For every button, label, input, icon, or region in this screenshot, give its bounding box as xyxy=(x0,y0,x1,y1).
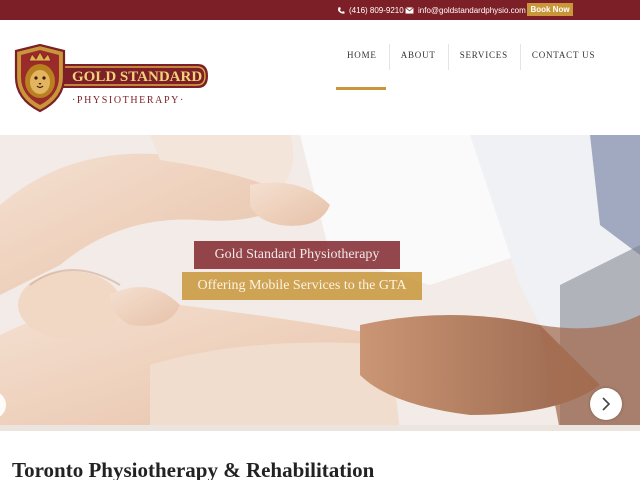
email-address: info@goldstandardphysio.com xyxy=(418,5,526,15)
site-header: GOLD STANDARD ·PHYSIOTHERAPY· HOME ABOUT… xyxy=(0,20,640,135)
phone-icon xyxy=(338,6,345,14)
lion-shield-icon xyxy=(14,43,66,113)
logo-subtitle: ·PHYSIOTHERAPY· xyxy=(72,95,185,106)
logo-title: GOLD STANDARD xyxy=(72,69,202,85)
nav-about[interactable]: ABOUT xyxy=(388,44,448,70)
nav-contact-us[interactable]: CONTACT US xyxy=(519,44,607,70)
chevron-right-icon xyxy=(602,397,611,411)
main-nav: HOME ABOUT SERVICES CONTACT US xyxy=(335,44,607,70)
logo[interactable]: GOLD STANDARD ·PHYSIOTHERAPY· xyxy=(12,43,212,113)
book-now-button[interactable]: Book Now xyxy=(527,3,573,16)
phone-number: (416) 809-9210 xyxy=(349,5,404,15)
slide-caption-subtitle: Offering Mobile Services to the GTA xyxy=(182,272,422,300)
active-nav-indicator xyxy=(336,87,386,90)
nav-services[interactable]: SERVICES xyxy=(447,44,520,70)
envelope-icon xyxy=(405,6,414,14)
nav-home[interactable]: HOME xyxy=(335,50,389,60)
slide-caption-title: Gold Standard Physiotherapy xyxy=(194,241,400,269)
top-bar: (416) 809-9210 info@goldstandardphysio.c… xyxy=(0,0,640,20)
phone-contact[interactable]: (416) 809-9210 xyxy=(337,3,404,17)
email-contact[interactable]: info@goldstandardphysio.com xyxy=(405,3,526,17)
page-title: Toronto Physiotherapy & Rehabilitation xyxy=(12,458,375,480)
slider-next-button[interactable] xyxy=(590,388,622,420)
